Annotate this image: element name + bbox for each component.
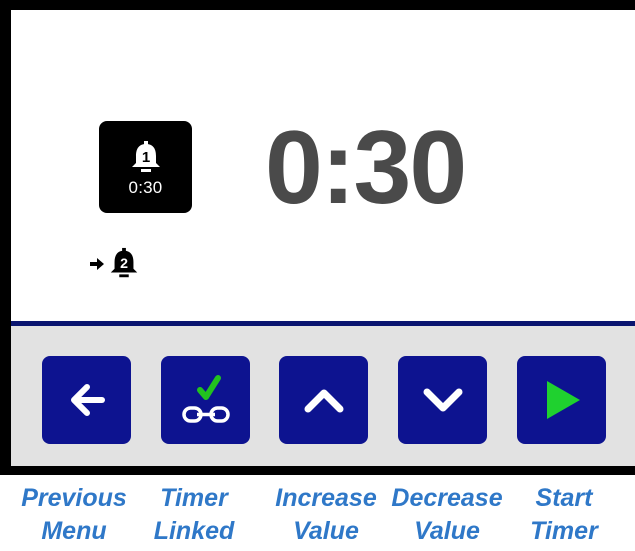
previous-menu-button[interactable] <box>42 356 131 444</box>
display-screen: 1 0:30 0:30 2 <box>11 10 635 466</box>
caption-line: Value <box>293 517 359 545</box>
bell-icon: 1 <box>131 141 160 172</box>
bell-number: 1 <box>141 149 149 166</box>
caption-line: Linked <box>153 517 235 545</box>
decrease-value-caption: Decrease Value <box>385 482 509 548</box>
increase-value-caption: Increase Value <box>264 482 388 548</box>
caption-line: Menu <box>41 517 107 545</box>
bell-icon: 2 <box>110 247 138 278</box>
caption-line: Increase <box>275 484 377 512</box>
caption-line: Start <box>535 484 593 512</box>
chevron-down-icon <box>423 388 462 412</box>
caption-line: Decrease <box>391 484 503 512</box>
start-timer-button[interactable] <box>517 356 606 444</box>
bell-number: 2 <box>120 256 128 272</box>
caption-line: Timer <box>160 484 228 512</box>
increase-value-button[interactable] <box>279 356 368 444</box>
timer-linked-button[interactable] <box>161 356 250 444</box>
arrow-right-icon <box>90 258 104 270</box>
start-timer-caption: Start Timer <box>502 482 626 548</box>
caption-line: Previous <box>21 484 127 512</box>
active-timer-duration: 0:30 <box>128 178 163 197</box>
linked-check-icon <box>181 375 230 423</box>
button-bar <box>11 326 635 466</box>
countdown-display: 0:30 <box>265 110 467 226</box>
next-timer-indicator: 2 <box>89 246 141 282</box>
active-timer-badge: 1 0:30 <box>99 121 192 213</box>
chevron-up-icon <box>304 389 343 413</box>
caption-line: Timer <box>530 517 598 545</box>
timer-linked-caption: Timer Linked <box>132 482 256 548</box>
decrease-value-button[interactable] <box>398 356 487 444</box>
caption-line: Value <box>414 517 480 545</box>
arrow-left-icon <box>70 384 105 416</box>
device-bezel: 1 0:30 0:30 2 <box>0 0 635 475</box>
play-icon <box>546 381 580 419</box>
previous-menu-caption: Previous Menu <box>12 482 136 548</box>
